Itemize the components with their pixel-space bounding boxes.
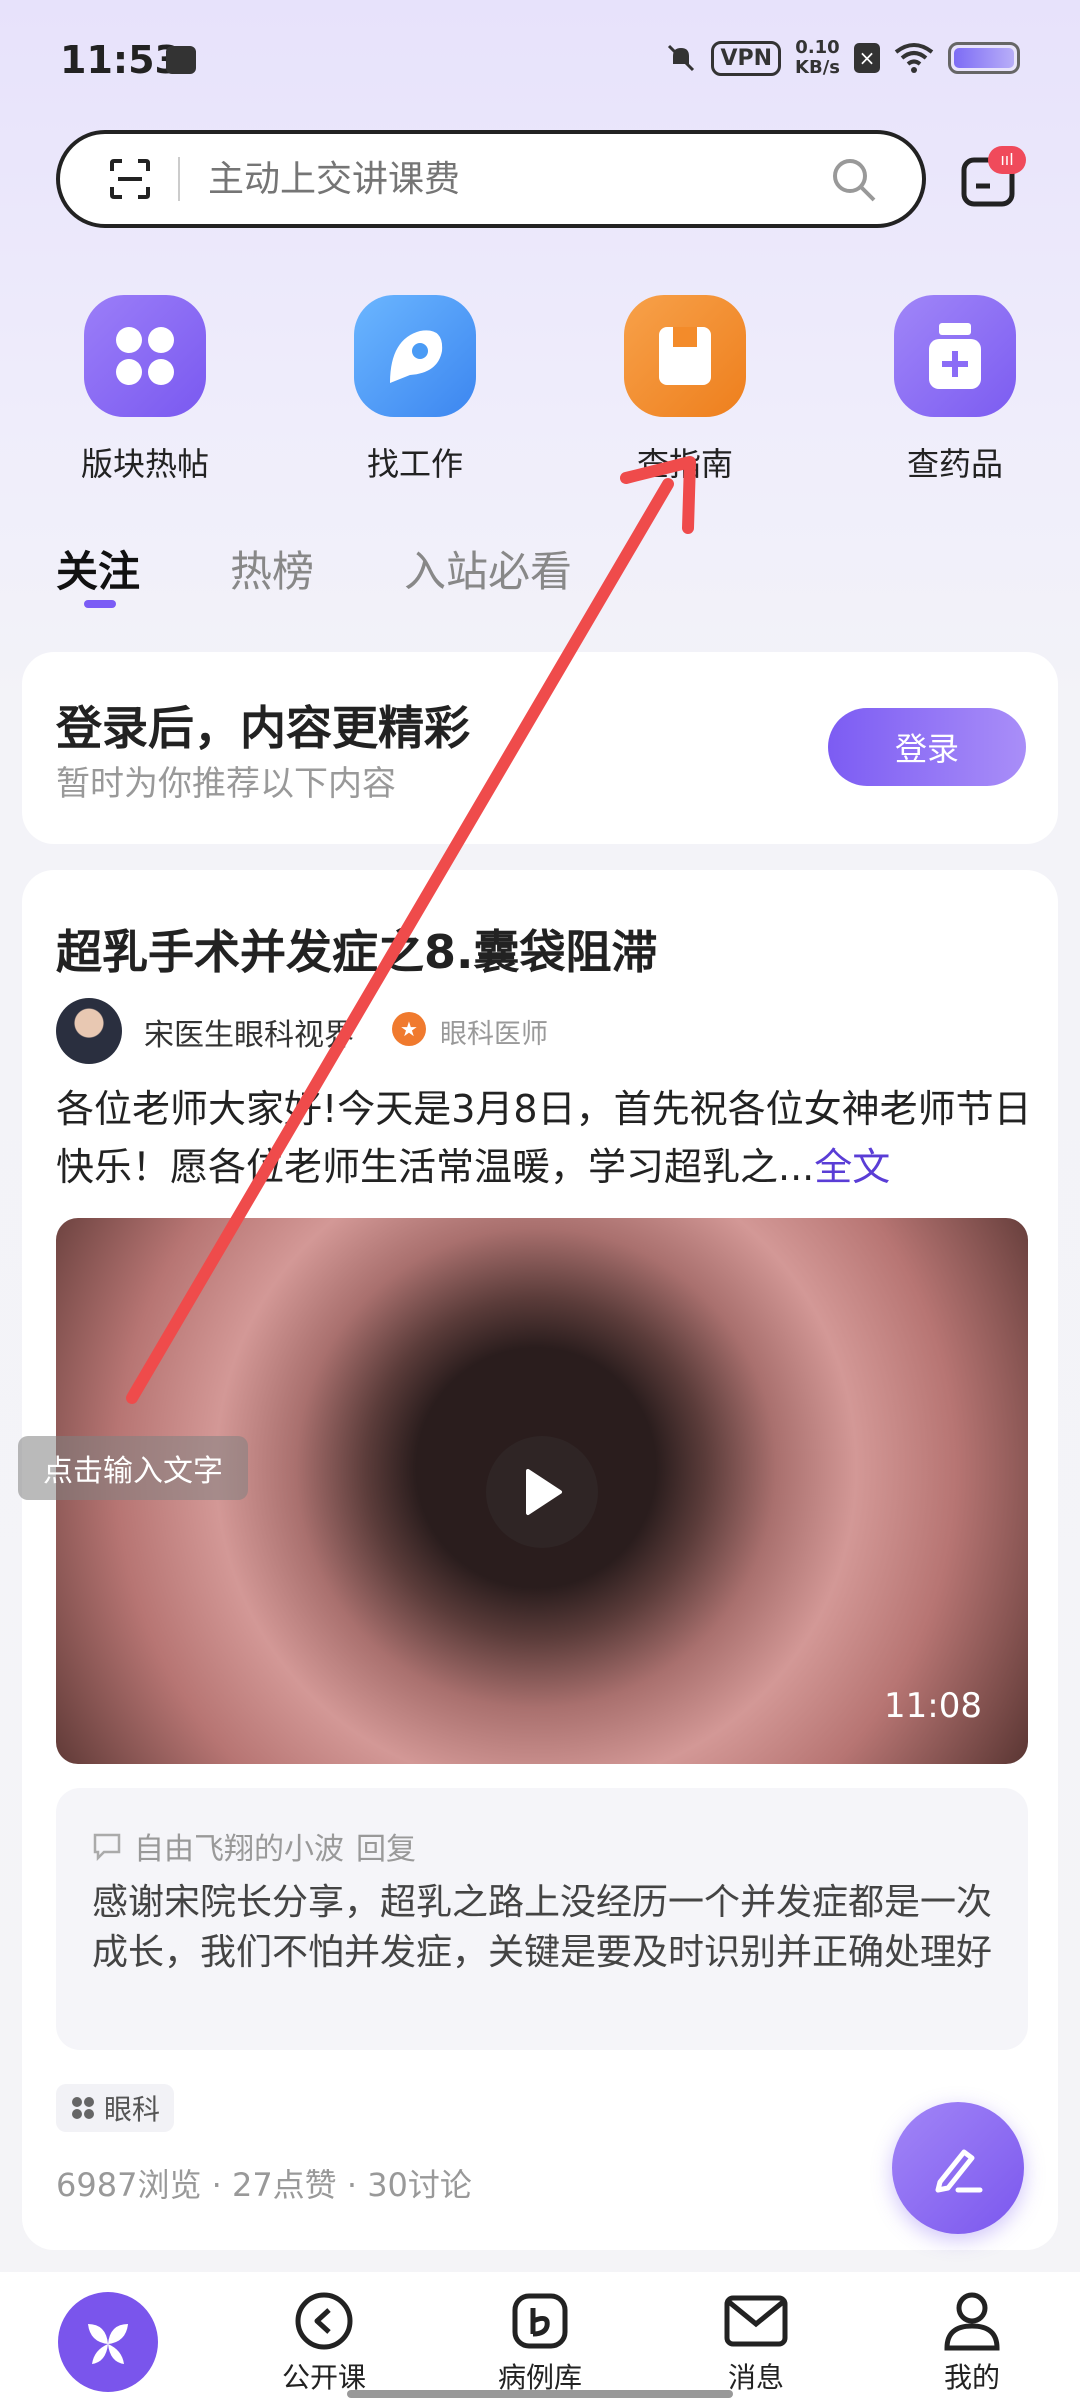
notification-icon [166, 46, 196, 74]
compose-button[interactable] [892, 2102, 1024, 2234]
post-stats: 6987浏览 · 27点赞 · 30讨论 [56, 2166, 472, 2204]
scan-icon[interactable] [108, 157, 152, 201]
play-course-icon [295, 2292, 353, 2350]
reply-text: 感谢宋院长分享，超乳之路上没经历一个并发症都是一次成长，我们不怕并发症，关键是要… [92, 1882, 993, 1973]
nav-case-library[interactable]: 病例库 [432, 2272, 648, 2408]
tab-active-indicator [84, 600, 116, 608]
login-subtitle: 暂时为你推荐以下内容 [56, 764, 396, 804]
pen-icon [935, 2149, 983, 2193]
shortcut-label: 查药品 [906, 445, 1003, 483]
shortcut-medicine[interactable]: 查药品 [830, 295, 1080, 485]
job-icon [354, 295, 476, 417]
reply-user: 自由飞翔的小波 [134, 1832, 344, 1867]
verified-star-icon: ★ [392, 1012, 426, 1046]
tab-must-read[interactable]: 入站必看 [404, 538, 572, 599]
nav-label: 我的 [943, 2361, 1000, 2394]
nav-profile[interactable]: 我的 [864, 2272, 1080, 2408]
shortcut-find-job[interactable]: 找工作 [290, 295, 540, 485]
author-name[interactable]: 宋医生眼科视界 [144, 1010, 354, 1054]
post-body[interactable]: 各位老师大家好!今天是3月8日，首先祝各位女神老师节日快乐！愿各位老师生活常温暖… [56, 1080, 1036, 1196]
featured-reply[interactable]: 自由飞翔的小波 回复 感谢宋院长分享，超乳之路上没经历一个并发症都是一次成长，我… [56, 1788, 1028, 2050]
profile-icon [944, 2292, 1000, 2351]
status-bar: 11:53 VPN 0.10 KB/s × [0, 0, 1080, 120]
nav-label: 消息 [727, 2361, 784, 2394]
network-speed: 0.10 KB/s [795, 37, 840, 78]
topic-tag[interactable]: 眼科 [56, 2084, 175, 2132]
shortcut-row: 版块热帖 找工作 查指南 查药品 [0, 295, 1080, 485]
case-library-icon [512, 2293, 568, 2349]
nav-open-course[interactable]: 公开课 [216, 2272, 432, 2408]
tab-following[interactable]: 关注 [56, 538, 140, 608]
medicine-bottle-icon [894, 295, 1016, 417]
bottom-nav: 公开课 病例库 消息 我的 [0, 2272, 1080, 2408]
reply-header: 自由飞翔的小波 回复 [92, 1824, 416, 1868]
status-icons: VPN 0.10 KB/s × [665, 38, 1020, 78]
search-divider [178, 157, 180, 201]
tab-hot-list[interactable]: 热榜 [230, 538, 314, 599]
feed-tabs: 关注 热榜 入站必看 [56, 538, 572, 608]
full-text-link[interactable]: 全文 [814, 1145, 890, 1189]
post-title[interactable]: 超乳手术并发症之8.囊袋阻滞 [56, 916, 657, 982]
text-input-hint[interactable]: 点击输入文字 [18, 1436, 248, 1500]
author-role: 眼科医师 [440, 1019, 548, 1050]
shortcut-label: 版块热帖 [80, 445, 209, 483]
no-sim-icon: × [854, 43, 880, 73]
home-indicator [347, 2390, 733, 2398]
video-duration: 11:08 [884, 1686, 982, 1726]
wifi-icon [894, 43, 934, 73]
status-time: 11:53 [60, 38, 181, 82]
tag-label: 眼科 [104, 2093, 161, 2126]
play-icon[interactable] [486, 1436, 598, 1548]
guide-book-icon [624, 295, 746, 417]
shortcut-guide[interactable]: 查指南 [560, 295, 810, 485]
grid-icon [84, 295, 206, 417]
battery-icon [948, 42, 1020, 74]
comment-icon [93, 1833, 121, 1861]
avatar[interactable] [56, 998, 122, 1064]
nav-messages[interactable]: 消息 [648, 2272, 864, 2408]
message-badge: ııl [988, 146, 1026, 174]
shortcut-label: 查指南 [636, 445, 733, 483]
grid-icon [72, 2097, 94, 2119]
mute-bell-icon [668, 44, 695, 72]
login-button[interactable]: 登录 [828, 708, 1026, 786]
search-icon[interactable] [830, 156, 878, 204]
nav-home[interactable] [0, 2272, 216, 2408]
reply-word: 回复 [356, 1832, 416, 1867]
login-title: 登录后，内容更精彩 [56, 701, 470, 755]
shortcut-label: 找工作 [366, 445, 463, 483]
shortcut-hot-posts[interactable]: 版块热帖 [20, 295, 270, 485]
post-card[interactable]: 超乳手术并发症之8.囊袋阻滞 宋医生眼科视界 ★ 眼科医师 各位老师大家好!今天… [22, 870, 1058, 2250]
vpn-badge: VPN [711, 40, 782, 76]
login-prompt-card: 登录后，内容更精彩 暂时为你推荐以下内容 登录 [22, 652, 1058, 844]
home-leaf-icon [58, 2292, 158, 2392]
mail-icon [724, 2295, 788, 2347]
search-bar[interactable] [56, 130, 926, 228]
search-input[interactable] [208, 158, 768, 200]
